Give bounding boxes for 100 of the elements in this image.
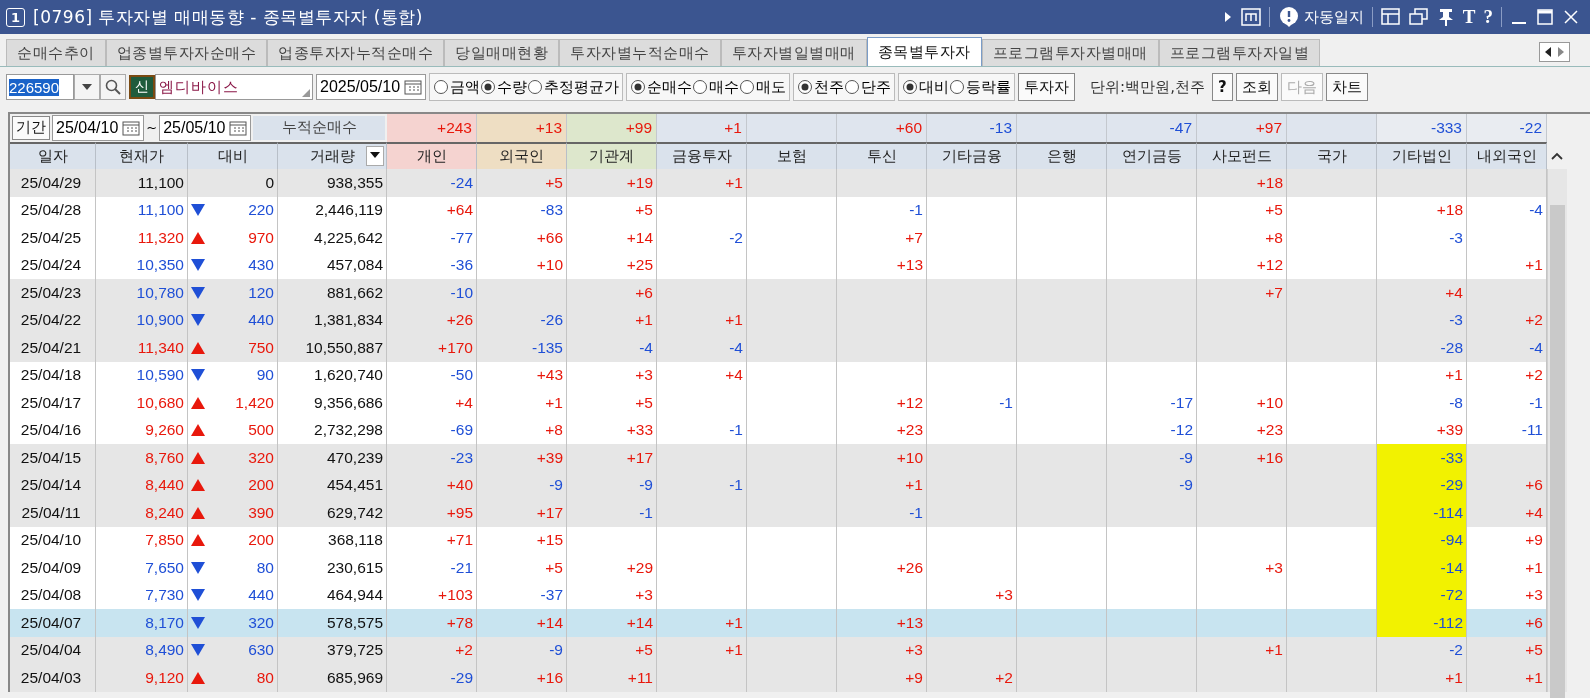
value-cell: +39 bbox=[477, 444, 567, 472]
volume-cell: 9,356,686 bbox=[278, 389, 387, 417]
value-cell: +14 bbox=[567, 609, 657, 637]
toolbar-button[interactable]: 차트 bbox=[1325, 73, 1368, 101]
calendar-icon[interactable] bbox=[404, 79, 423, 95]
radio-option[interactable]: 매수 bbox=[692, 77, 740, 97]
date-cell: 25/04/04 bbox=[10, 636, 96, 664]
radio-option[interactable]: 금액 bbox=[433, 77, 481, 97]
column-header: 기관계 bbox=[567, 141, 657, 169]
value-cell: -14 bbox=[1377, 554, 1467, 582]
radio-option[interactable]: 천주 bbox=[797, 77, 845, 97]
value-cell: +71 bbox=[387, 526, 477, 554]
calendar-icon[interactable] bbox=[229, 119, 248, 136]
dropdown-button[interactable] bbox=[74, 74, 100, 100]
radio-option[interactable]: 단주 bbox=[844, 77, 892, 97]
value-cell: +3 bbox=[567, 581, 657, 609]
volume-cell: 2,446,119 bbox=[278, 196, 387, 224]
maximize-icon[interactable] bbox=[1536, 8, 1554, 26]
value-cell: +5 bbox=[567, 196, 657, 224]
radio-icon[interactable] bbox=[739, 79, 756, 95]
scroll-thumb[interactable] bbox=[1550, 205, 1565, 698]
change-value: 500 bbox=[248, 421, 274, 440]
date-field[interactable]: 2025/05/10 bbox=[316, 74, 427, 100]
price-cell: 10,350 bbox=[96, 251, 188, 279]
value-cell: -33 bbox=[1377, 444, 1467, 472]
date-cell: 25/04/09 bbox=[10, 554, 96, 582]
value-cell: +1 bbox=[1377, 664, 1467, 692]
stock-name-field[interactable]: 엠디바이스 bbox=[155, 74, 313, 100]
tab[interactable]: 순매수추이 bbox=[6, 39, 106, 66]
end-date-field[interactable]: 25/05/10 bbox=[159, 114, 252, 141]
radio-icon[interactable] bbox=[902, 79, 919, 95]
sort-dropdown-button[interactable] bbox=[366, 145, 384, 166]
toolbar-glyph[interactable]: ? bbox=[1483, 6, 1493, 28]
radio-option[interactable]: 수량 bbox=[480, 77, 528, 97]
value-cell: -77 bbox=[387, 224, 477, 252]
tab[interactable]: 프로그램투자자별매매 bbox=[981, 39, 1159, 66]
value-cell: -112 bbox=[1377, 609, 1467, 637]
investor-button[interactable]: 투자자 bbox=[1018, 73, 1076, 101]
price-cell: 11,320 bbox=[96, 224, 188, 252]
caret-icon bbox=[370, 152, 380, 159]
radio-icon[interactable] bbox=[844, 79, 861, 95]
value-cell: +2 bbox=[387, 636, 477, 664]
date-cell: 25/04/10 bbox=[10, 526, 96, 554]
radio-option[interactable]: 매도 bbox=[739, 77, 787, 97]
period-button[interactable]: 기간 bbox=[12, 115, 50, 140]
tab-scroll-buttons[interactable] bbox=[1539, 42, 1570, 62]
toolbar-button[interactable]: ? bbox=[1211, 73, 1233, 101]
scroll-up-icon[interactable] bbox=[1551, 151, 1563, 161]
total-cell: +1 bbox=[657, 114, 747, 142]
play-icon[interactable] bbox=[1222, 10, 1233, 24]
caret-icon bbox=[82, 83, 92, 91]
price-cell: 8,170 bbox=[96, 609, 188, 637]
value-cell: -3 bbox=[1377, 306, 1467, 334]
close-icon[interactable] bbox=[1562, 8, 1580, 26]
radio-icon[interactable] bbox=[480, 79, 497, 95]
value-cell: -4 bbox=[567, 334, 657, 362]
window-number: 1 bbox=[6, 7, 26, 27]
radio-icon[interactable] bbox=[527, 79, 544, 95]
windows-icon[interactable] bbox=[1408, 8, 1429, 26]
radio-icon[interactable] bbox=[949, 79, 966, 95]
calendar-icon[interactable] bbox=[122, 119, 141, 136]
auto-journal-label[interactable]: 자동일지 bbox=[1303, 7, 1364, 27]
value-cell: +3 bbox=[567, 361, 657, 389]
stock-code-field[interactable]: 226590 bbox=[6, 74, 74, 100]
tab[interactable]: 투자자별누적순매수 bbox=[559, 39, 721, 66]
tab[interactable]: 업종별투자자순매수 bbox=[105, 39, 267, 66]
start-date-field[interactable]: 25/04/10 bbox=[52, 114, 145, 141]
tab[interactable]: 투자자별일별매매 bbox=[720, 39, 867, 66]
change-value: 750 bbox=[248, 338, 274, 357]
radio-icon[interactable] bbox=[630, 79, 647, 95]
change-value: 440 bbox=[248, 311, 274, 330]
value-cell: +8 bbox=[1197, 224, 1287, 252]
search-button[interactable] bbox=[100, 74, 126, 100]
tab[interactable]: 당일매매현황 bbox=[444, 39, 559, 66]
radio-option[interactable]: 등락률 bbox=[949, 77, 1012, 97]
search-icon bbox=[105, 79, 121, 95]
radio-icon[interactable] bbox=[797, 79, 814, 95]
radio-option[interactable]: 순매수 bbox=[630, 77, 693, 97]
change-value: 0 bbox=[265, 173, 274, 192]
value-cell: +19 bbox=[567, 169, 657, 197]
toolbar-glyph[interactable]: T bbox=[1462, 6, 1476, 28]
value-cell: -10 bbox=[387, 279, 477, 307]
total-cell: +13 bbox=[477, 114, 567, 142]
value-cell: +5 bbox=[1467, 636, 1547, 664]
toolbar-button[interactable]: 조회 bbox=[1235, 73, 1278, 101]
alert-icon[interactable] bbox=[1277, 6, 1300, 28]
value-cell: -4 bbox=[1467, 196, 1547, 224]
value-cell: +9 bbox=[1467, 526, 1547, 554]
radio-option[interactable]: 대비 bbox=[902, 77, 950, 97]
layout-icon[interactable] bbox=[1380, 8, 1401, 26]
memo-icon[interactable] bbox=[1240, 8, 1261, 26]
radio-icon[interactable] bbox=[692, 79, 709, 95]
radio-icon[interactable] bbox=[433, 79, 450, 95]
tab[interactable]: 종목별투자자 bbox=[866, 37, 982, 66]
value-cell: -36 bbox=[387, 251, 477, 279]
volume-cell: 2,732,298 bbox=[278, 416, 387, 444]
radio-option[interactable]: 추정평균가 bbox=[527, 77, 620, 97]
tab[interactable]: 프로그램투자자일별 bbox=[1158, 39, 1320, 66]
tab[interactable]: 업종투자자누적순매수 bbox=[267, 39, 444, 66]
price-cell: 7,650 bbox=[96, 554, 188, 582]
